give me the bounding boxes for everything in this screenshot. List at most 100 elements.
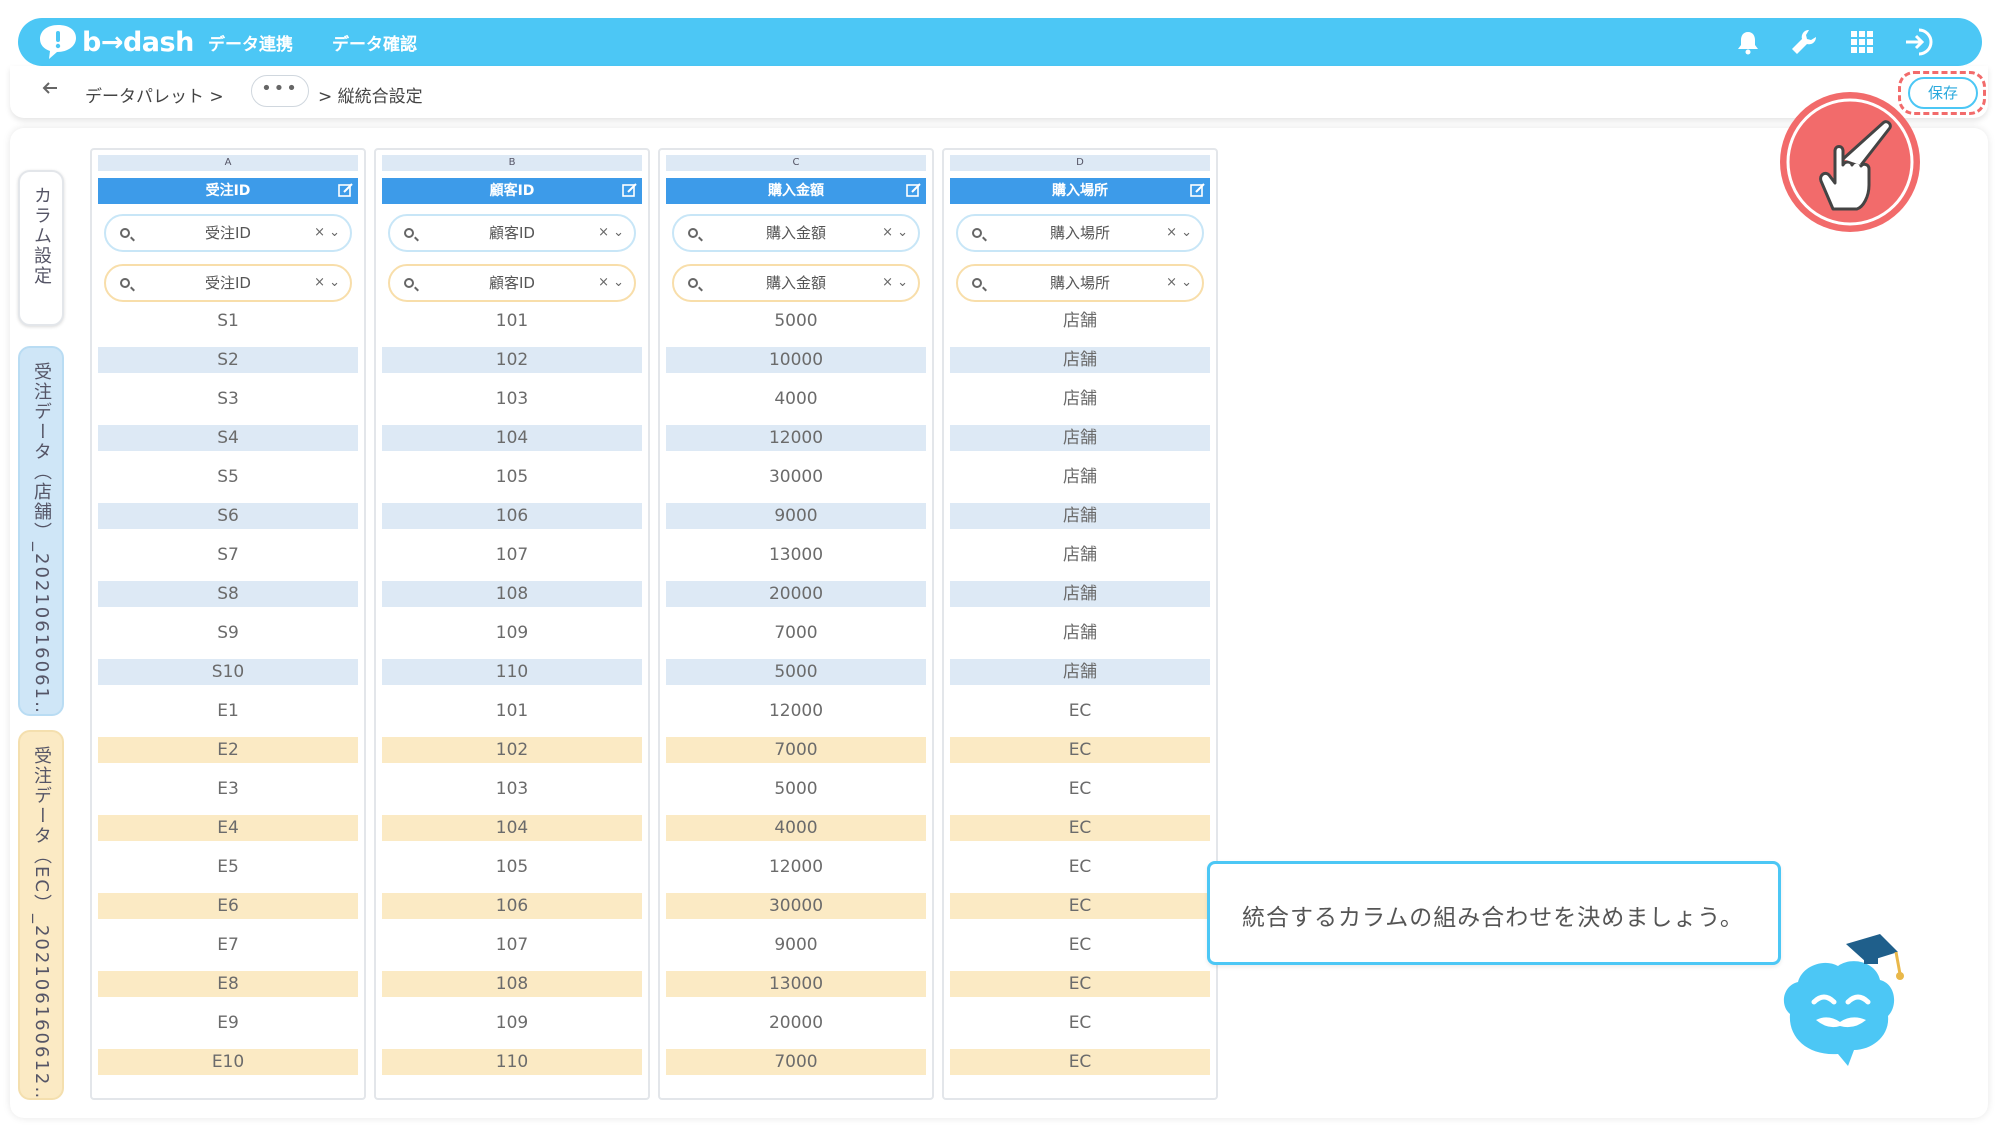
table-cell: 店舗 (1063, 311, 1097, 331)
table-cell: 106 (382, 503, 642, 529)
column-header[interactable]: 購入金額 (666, 178, 926, 204)
table-cell: E4 (98, 815, 358, 841)
table-cell: 109 (495, 623, 529, 643)
search-icon (688, 278, 698, 288)
clear-dropdown-icon[interactable]: × ⌄ (882, 216, 908, 250)
logo-text: b→dash (82, 26, 194, 58)
table-cell: S7 (217, 545, 239, 565)
search-icon (120, 228, 130, 238)
tab-ec-orders[interactable]: 受注データ（EC）_202106160612… (18, 730, 64, 1100)
clear-dropdown-icon[interactable]: × ⌄ (1166, 266, 1192, 300)
breadcrumb-root[interactable]: データパレット > (85, 82, 224, 107)
tab-column-settings[interactable]: カラム設定 (18, 170, 64, 326)
column-select-ec[interactable]: 購入場所 × ⌄ (956, 264, 1204, 302)
table-cell: E10 (98, 1049, 358, 1075)
edit-icon[interactable] (1190, 182, 1206, 198)
pointer-hand-icon (1777, 89, 1923, 235)
column-header-label: 購入金額 (768, 183, 824, 199)
table-cell: 店舗 (950, 581, 1210, 607)
table-cell: 店舗 (1063, 467, 1097, 487)
column-letter: B (382, 155, 642, 171)
column-header[interactable]: 購入場所 (950, 178, 1210, 204)
logo[interactable]: b→dash (38, 22, 194, 62)
breadcrumb-ellipsis-button[interactable]: ••• (251, 75, 309, 107)
table-cell: 101 (495, 701, 529, 721)
clear-dropdown-icon[interactable]: × ⌄ (598, 266, 624, 300)
table-cell: EC (950, 1049, 1210, 1075)
edit-icon[interactable] (622, 182, 638, 198)
column-select-store[interactable]: 受注ID × ⌄ (104, 214, 352, 252)
column-letter: C (666, 155, 926, 171)
table-cell: 105 (495, 857, 529, 877)
table-cell: EC (950, 737, 1210, 763)
arrow-left-icon[interactable] (40, 78, 64, 102)
column-select-value: 購入金額 (765, 224, 826, 242)
column-header[interactable]: 顧客ID (382, 178, 642, 204)
tab-store-orders[interactable]: 受注データ（店舗）_20210616061… (18, 346, 64, 716)
edit-icon[interactable] (906, 182, 922, 198)
table-cell: 12000 (768, 857, 824, 877)
clear-dropdown-icon[interactable]: × ⌄ (314, 266, 340, 300)
table-cell: 5000 (666, 659, 926, 685)
table-cell: S1 (217, 311, 239, 331)
table-cell: EC (1068, 857, 1092, 877)
table-cell: E1 (217, 701, 239, 721)
search-icon (972, 278, 982, 288)
clear-dropdown-icon[interactable]: × ⌄ (882, 266, 908, 300)
nav-data-integration[interactable]: データ連携 (208, 30, 293, 55)
table-cell: 12000 (768, 701, 824, 721)
search-icon (688, 228, 698, 238)
table-cell: E6 (98, 893, 358, 919)
table-cell: 店舗 (1063, 545, 1097, 565)
table-cell: 店舗 (950, 425, 1210, 451)
table-cell: 12000 (666, 425, 926, 451)
table-cell: 9000 (666, 503, 926, 529)
clear-dropdown-icon[interactable]: × ⌄ (598, 216, 624, 250)
clear-dropdown-icon[interactable]: × ⌄ (314, 216, 340, 250)
bell-icon[interactable] (1732, 26, 1764, 58)
table-cell: 店舗 (950, 503, 1210, 529)
column-select-ec[interactable]: 受注ID × ⌄ (104, 264, 352, 302)
column-select-store[interactable]: 購入金額 × ⌄ (672, 214, 920, 252)
table-cell: 102 (382, 737, 642, 763)
wrench-icon[interactable] (1788, 26, 1820, 58)
edit-icon[interactable] (338, 182, 354, 198)
column-c: C 購入金額 購入金額 × ⌄ 購入金額 × ⌄ 5000 10000 4000 12000 300… (658, 148, 934, 1100)
column-header[interactable]: 受注ID (98, 178, 358, 204)
column-select-value: 購入場所 (1049, 274, 1110, 292)
table-cell: 103 (495, 779, 529, 799)
table-cell: 13000 (768, 545, 824, 565)
table-cell: EC (1068, 701, 1092, 721)
table-cell: E9 (217, 1013, 239, 1033)
column-select-ec[interactable]: 購入金額 × ⌄ (672, 264, 920, 302)
column-select-value: 受注ID (205, 274, 251, 292)
logo-bubble-icon (40, 25, 76, 59)
table-cell: 102 (382, 347, 642, 373)
column-header-label: 購入場所 (1052, 183, 1108, 199)
column-letter: A (98, 155, 358, 171)
column-select-value: 購入金額 (765, 274, 826, 292)
column-select-ec[interactable]: 顧客ID × ⌄ (388, 264, 636, 302)
column-select-store[interactable]: 顧客ID × ⌄ (388, 214, 636, 252)
table-cell: 店舗 (950, 659, 1210, 685)
column-d: D 購入場所 購入場所 × ⌄ 購入場所 × ⌄ 店舗 店舗 店舗 店舗 店舗 店舗 店舗 店舗 店舗 店舗 E… (942, 148, 1218, 1100)
table-cell: S10 (98, 659, 358, 685)
column-select-store[interactable]: 購入場所 × ⌄ (956, 214, 1204, 252)
grid-apps-icon[interactable] (1846, 26, 1878, 58)
guide-tooltip-text: 統合するカラムの組み合わせを決めましょう。 (1242, 905, 1744, 931)
table-cell: E7 (217, 935, 239, 955)
guide-tooltip: 統合するカラムの組み合わせを決めましょう。 (1207, 861, 1781, 965)
table-cell: 13000 (666, 971, 926, 997)
column-b: B 顧客ID 顧客ID × ⌄ 顧客ID × ⌄ 101 102 103 104 105 106 107… (374, 148, 650, 1100)
table-cell: 30000 (666, 893, 926, 919)
table-cell: 104 (382, 815, 642, 841)
clear-dropdown-icon[interactable]: × ⌄ (1166, 216, 1192, 250)
table-cell: EC (1068, 1013, 1092, 1033)
logout-icon[interactable] (1904, 26, 1936, 58)
mascot-icon (1768, 926, 1918, 1076)
table-cell: 店舗 (950, 347, 1210, 373)
column-header-label: 顧客ID (489, 183, 535, 199)
table-cell: 107 (495, 935, 529, 955)
table-cell: EC (950, 815, 1210, 841)
nav-data-check[interactable]: データ確認 (332, 30, 417, 55)
